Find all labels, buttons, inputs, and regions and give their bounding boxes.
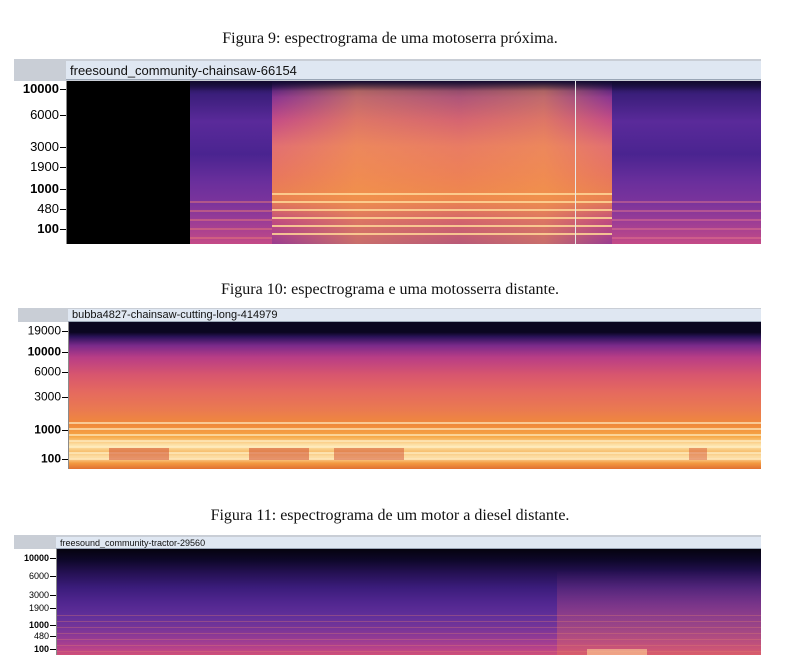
frequency-tick-label: 1900 [28, 602, 49, 613]
figure-9-spectrogram-view[interactable] [67, 81, 761, 244]
frequency-tick-mark [62, 372, 68, 373]
frequency-tick-mark [60, 209, 66, 210]
frequency-tick-label: 3000 [34, 389, 61, 404]
figure-11-caption: Figura 11: espectrograma de um motor a d… [210, 507, 570, 524]
frequency-tick-mark [50, 558, 56, 559]
figure-11-spectrogram-panel: freesound_community-tractor-29560 10000 6… [14, 535, 761, 655]
figure-9-frequency-axis: 10000 6000 3000 1900 1000 480 100 [14, 81, 67, 244]
frequency-tick-label: 100 [40, 451, 61, 466]
frequency-tick-mark [50, 595, 56, 596]
figure-9-playhead[interactable] [575, 81, 576, 244]
frequency-tick-mark [60, 167, 66, 168]
frequency-tick-mark [50, 625, 56, 626]
figure-10-frequency-axis: 19000 10000 6000 3000 1000 100 [18, 322, 69, 469]
frequency-tick-label: 100 [33, 643, 49, 654]
frequency-tick-label: 19000 [27, 323, 61, 338]
frequency-tick-mark [62, 397, 68, 398]
frequency-tick-mark [50, 608, 56, 609]
frequency-tick-label: 1000 [28, 619, 49, 630]
frequency-tick-label: 1000 [34, 422, 61, 437]
frequency-tick-mark [60, 147, 66, 148]
figure-10-track-name[interactable]: bubba4827-chainsaw-cutting-long-414979 [68, 309, 761, 322]
figure-11-spectrogram-view[interactable] [57, 549, 761, 655]
frequency-tick-label: 10000 [27, 344, 61, 359]
frequency-tick-mark [60, 89, 66, 90]
frequency-tick-mark [60, 229, 66, 230]
frequency-tick-label: 480 [37, 201, 59, 217]
figure-9-track-name[interactable]: freesound_community-chainsaw-66154 [66, 61, 761, 80]
frequency-tick-mark [50, 576, 56, 577]
frequency-tick-mark [62, 352, 68, 353]
frequency-tick-label: 10000 [23, 552, 49, 563]
frequency-tick-label: 10000 [22, 81, 59, 97]
frequency-tick-label: 1900 [30, 159, 59, 175]
frequency-tick-label: 3000 [28, 589, 49, 600]
figure-11-track-name[interactable]: freesound_community-tractor-29560 [56, 537, 761, 549]
frequency-tick-mark [60, 115, 66, 116]
figure-11-frequency-axis: 10000 6000 3000 1900 1000 480 100 [14, 549, 57, 655]
figure-10-spectrogram-panel: bubba4827-chainsaw-cutting-long-414979 1… [18, 308, 761, 469]
frequency-tick-label: 6000 [30, 107, 59, 123]
frequency-tick-mark [50, 649, 56, 650]
frequency-tick-label: 1000 [30, 181, 59, 197]
frequency-tick-label: 100 [37, 221, 59, 237]
figure-10-caption: Figura 10: espectrograma e uma motosserr… [220, 281, 560, 298]
frequency-tick-mark [50, 636, 56, 637]
frequency-tick-mark [62, 331, 68, 332]
frequency-tick-mark [60, 189, 66, 190]
frequency-tick-mark [62, 459, 68, 460]
figure-9-spectrogram-panel: freesound_community-chainsaw-66154 10000… [14, 59, 761, 244]
frequency-tick-label: 3000 [30, 139, 59, 155]
frequency-tick-label: 6000 [28, 570, 49, 581]
figure-9-caption: Figura 9: espectrograma de uma motoserra… [222, 30, 558, 47]
frequency-tick-mark [62, 430, 68, 431]
figure-10-spectrogram-view[interactable] [69, 322, 761, 469]
frequency-tick-label: 480 [33, 630, 49, 641]
frequency-tick-label: 6000 [34, 364, 61, 379]
